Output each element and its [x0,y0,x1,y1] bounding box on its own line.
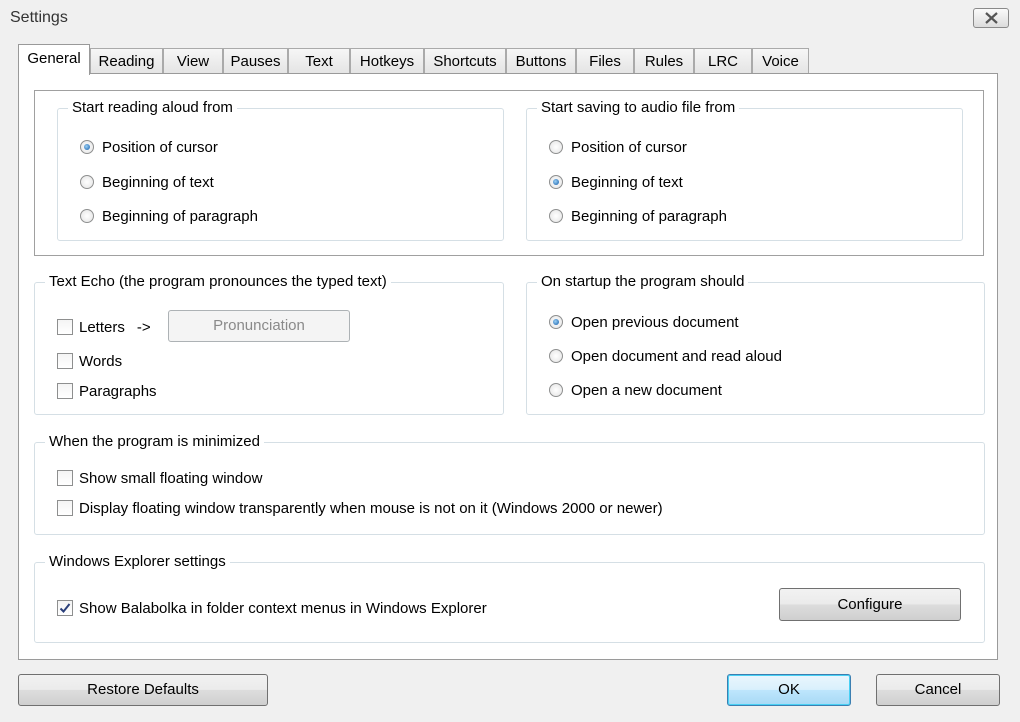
reading-start-group: Start reading aloud from Position of cur… [57,99,504,241]
radio-button[interactable] [80,209,94,223]
show-floating-window-option[interactable]: Show small floating window [57,467,262,489]
checkmark-icon [59,603,71,613]
checkbox[interactable] [57,500,73,516]
option-label: Beginning of text [102,173,214,191]
radio-button[interactable] [549,315,563,329]
group-legend: Text Echo (the program pronounces the ty… [45,273,391,291]
tab-general[interactable]: General [18,44,90,75]
checkbox[interactable] [57,319,73,335]
option-label: Open a new document [571,381,722,399]
checkbox[interactable] [57,383,73,399]
option-label: Position of cursor [102,138,218,156]
tab-hotkeys[interactable]: Hotkeys [350,48,424,74]
startup-option-new[interactable]: Open a new document [549,379,722,401]
option-label: Beginning of paragraph [102,207,258,225]
radio-button[interactable] [549,175,563,189]
option-label: Show Balabolka in folder context menus i… [79,599,487,617]
tab-text[interactable]: Text [288,48,350,74]
startup-option-read-aloud[interactable]: Open document and read aloud [549,345,782,367]
radio-button[interactable] [549,383,563,397]
option-label: Letters [79,318,125,336]
group-legend: Windows Explorer settings [45,553,230,571]
tab-reading[interactable]: Reading [90,48,163,74]
arrow-label: -> [136,318,151,336]
close-icon [985,12,998,24]
radio-button[interactable] [80,140,94,154]
window-title: Settings [10,9,68,26]
checkbox[interactable] [57,353,73,369]
restore-defaults-button[interactable]: Restore Defaults [18,674,268,706]
option-label: Show small floating window [79,469,263,487]
radio-button[interactable] [549,349,563,363]
radio-button[interactable] [80,175,94,189]
echo-paragraphs-option[interactable]: Paragraphs [57,380,157,402]
echo-words-option[interactable]: Words [57,350,122,372]
reading-option-text[interactable]: Beginning of text [80,171,214,193]
option-label: Open document and read aloud [571,347,782,365]
text-echo-group: Text Echo (the program pronounces the ty… [34,273,504,415]
tab-files[interactable]: Files [576,48,634,74]
pronunciation-button[interactable]: Pronunciation [168,310,350,342]
option-label: Display floating window transparently wh… [79,499,663,517]
option-label: Open previous document [571,313,739,331]
group-legend: Start saving to audio file from [537,99,740,117]
general-tab-panel: Start reading aloud from Position of cur… [18,73,998,660]
minimized-group: When the program is minimized Show small… [34,433,985,535]
tab-buttons[interactable]: Buttons [506,48,576,74]
cancel-button[interactable]: Cancel [876,674,1000,706]
tab-voice[interactable]: Voice [752,48,809,74]
checkbox[interactable] [57,470,73,486]
radio-button[interactable] [549,140,563,154]
tab-strip: General Reading View Pauses Text Hotkeys… [18,44,818,75]
tab-view[interactable]: View [163,48,223,74]
tab-rules[interactable]: Rules [634,48,694,74]
reading-option-cursor[interactable]: Position of cursor [80,136,218,158]
close-button[interactable] [973,8,1009,28]
group-legend: On startup the program should [537,273,749,291]
tab-lrc[interactable]: LRC [694,48,752,74]
option-label: Words [79,352,123,370]
option-label: Beginning of paragraph [571,207,727,225]
option-label: Position of cursor [571,138,687,156]
tab-shortcuts[interactable]: Shortcuts [424,48,506,74]
option-label: Paragraphs [79,382,157,400]
reading-option-paragraph[interactable]: Beginning of paragraph [80,205,258,227]
configure-button[interactable]: Configure [779,588,961,621]
transparent-floating-option[interactable]: Display floating window transparently wh… [57,497,663,519]
ok-button[interactable]: OK [727,674,851,706]
option-label: Beginning of text [571,173,683,191]
saving-start-group: Start saving to audio file from Position… [526,99,963,241]
saving-option-paragraph[interactable]: Beginning of paragraph [549,205,727,227]
checkbox[interactable] [57,600,73,616]
radio-button[interactable] [549,209,563,223]
title-bar: Settings [0,0,1020,38]
group-legend: Start reading aloud from [68,99,237,117]
startup-group: On startup the program should Open previ… [526,273,985,415]
startup-option-previous[interactable]: Open previous document [549,311,739,333]
saving-option-text[interactable]: Beginning of text [549,171,683,193]
explorer-context-menu-option[interactable]: Show Balabolka in folder context menus i… [57,597,487,619]
group-legend: When the program is minimized [45,433,264,451]
tab-pauses[interactable]: Pauses [223,48,288,74]
saving-option-cursor[interactable]: Position of cursor [549,136,687,158]
echo-letters-option[interactable]: Letters -> [57,316,151,338]
explorer-group: Windows Explorer settings Show Balabolka… [34,553,985,643]
